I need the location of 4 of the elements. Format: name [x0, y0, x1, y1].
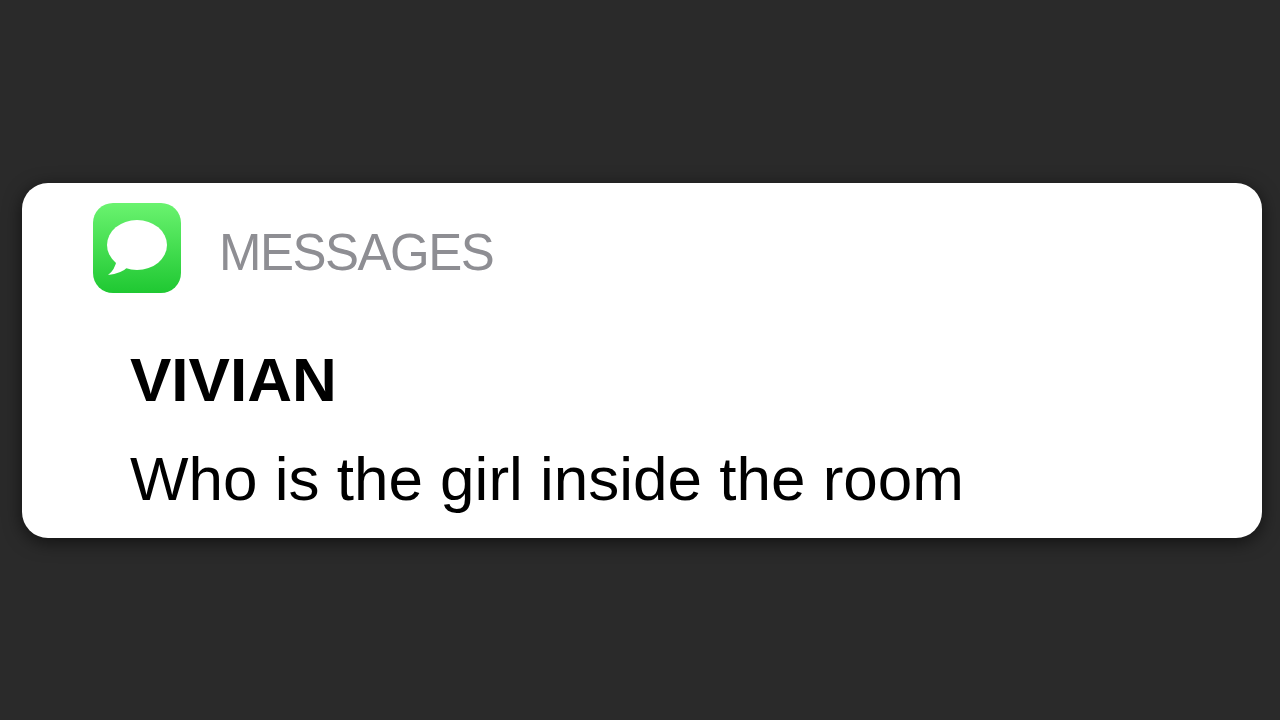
app-name: MESSAGES — [219, 227, 494, 278]
speech-bubble-icon — [93, 203, 181, 293]
notification-card[interactable]: MESSAGES VIVIAN Who is the girl inside the room — [22, 183, 1262, 538]
sender-name: VIVIAN — [130, 349, 337, 411]
